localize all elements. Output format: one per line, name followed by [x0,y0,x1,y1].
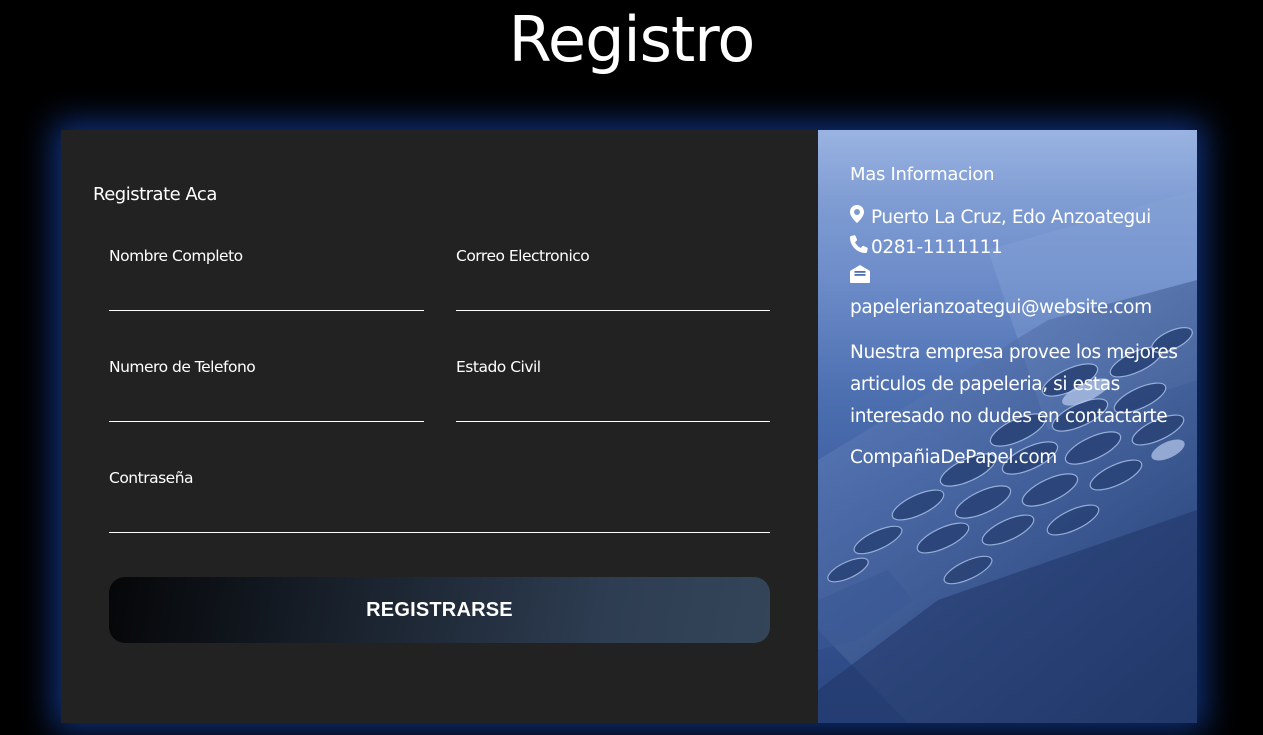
info-panel: Mas Informacion Puerto La Cruz, Edo Anzo… [818,130,1197,723]
full-name-field-group: Nombre Completo [109,247,424,311]
full-name-label: Nombre Completo [109,247,243,265]
phone-icon [850,233,868,263]
register-button[interactable]: REGISTRARSE [109,577,770,643]
marital-status-label: Estado Civil [456,358,541,376]
marital-status-input[interactable] [456,384,770,422]
registration-card: Registrate Aca Nombre Completo Correo El… [61,130,1197,723]
password-label: Contraseña [109,469,194,487]
page-title: Registro [508,3,756,76]
marital-status-field-group: Estado Civil [456,358,770,422]
phone-line: 0281-1111111 [850,233,1180,263]
info-title: Mas Informacion [850,164,995,185]
location-text: Puerto La Cruz, Edo Anzoategui [871,207,1151,228]
email-icon-line [850,263,1180,293]
phone-text: 0281-1111111 [871,237,1003,258]
registration-form: Registrate Aca Nombre Completo Correo El… [61,130,818,723]
phone-label: Numero de Telefono [109,358,256,376]
website-text[interactable]: CompañiaDePapel.com [850,447,1180,468]
password-input[interactable] [109,495,770,533]
email-text[interactable]: papelerianzoategui@website.com [850,293,1180,323]
envelope-open-icon [850,263,870,293]
phone-field-group: Numero de Telefono [109,358,424,422]
email-input[interactable] [456,273,770,311]
email-field-group: Correo Electronico [456,247,770,311]
info-content: Mas Informacion Puerto La Cruz, Edo Anzo… [850,164,1180,468]
location-line: Puerto La Cruz, Edo Anzoategui [850,203,1180,233]
form-heading: Registrate Aca [93,184,217,205]
map-marker-icon [850,203,868,233]
password-field-group: Contraseña [109,469,770,533]
email-label: Correo Electronico [456,247,590,265]
phone-input[interactable] [109,384,424,422]
full-name-input[interactable] [109,273,424,311]
company-description: Nuestra empresa provee los mejores artic… [850,342,1178,427]
